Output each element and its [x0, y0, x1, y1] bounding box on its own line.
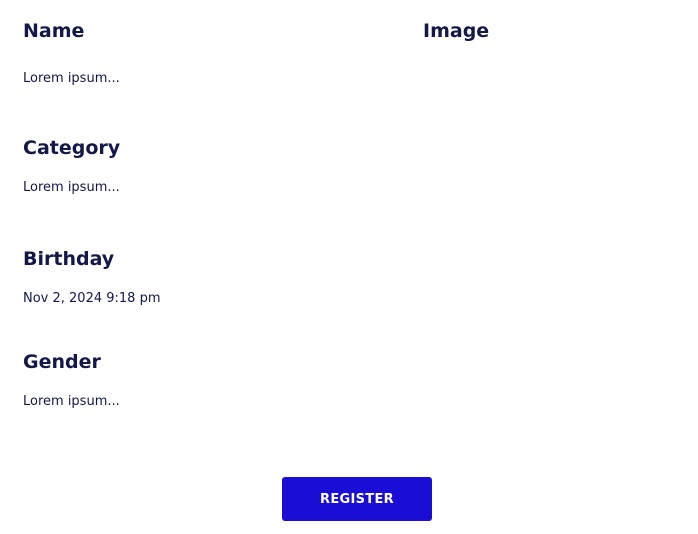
birthday-value: Nov 2, 2024 9:18 pm: [23, 291, 161, 306]
gender-value: Lorem ipsum...: [23, 394, 120, 409]
birthday-label: Birthday: [23, 248, 115, 270]
register-button[interactable]: REGISTER: [282, 477, 432, 521]
image-label: Image: [423, 20, 490, 42]
name-label: Name: [23, 20, 85, 42]
name-value: Lorem ipsum...: [23, 71, 120, 86]
category-label: Category: [23, 137, 121, 159]
category-value: Lorem ipsum...: [23, 180, 120, 195]
image-placeholder: [423, 56, 678, 276]
gender-label: Gender: [23, 351, 101, 373]
